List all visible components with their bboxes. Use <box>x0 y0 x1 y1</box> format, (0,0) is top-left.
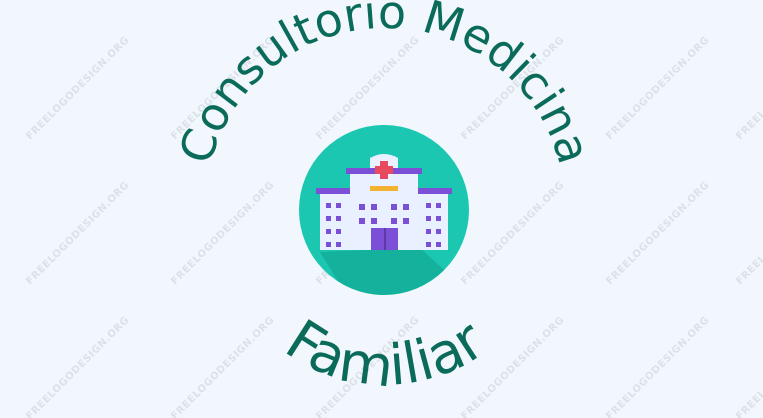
logo-artwork: Consultorio Medicina Familiar <box>168 0 601 401</box>
logo-bottom-text: Familiar <box>275 307 497 400</box>
logo-canvas: FREELOGODESIGN.ORG FREELOGODESIGN.ORG FR… <box>0 0 763 418</box>
hospital-building-icon <box>299 125 469 295</box>
